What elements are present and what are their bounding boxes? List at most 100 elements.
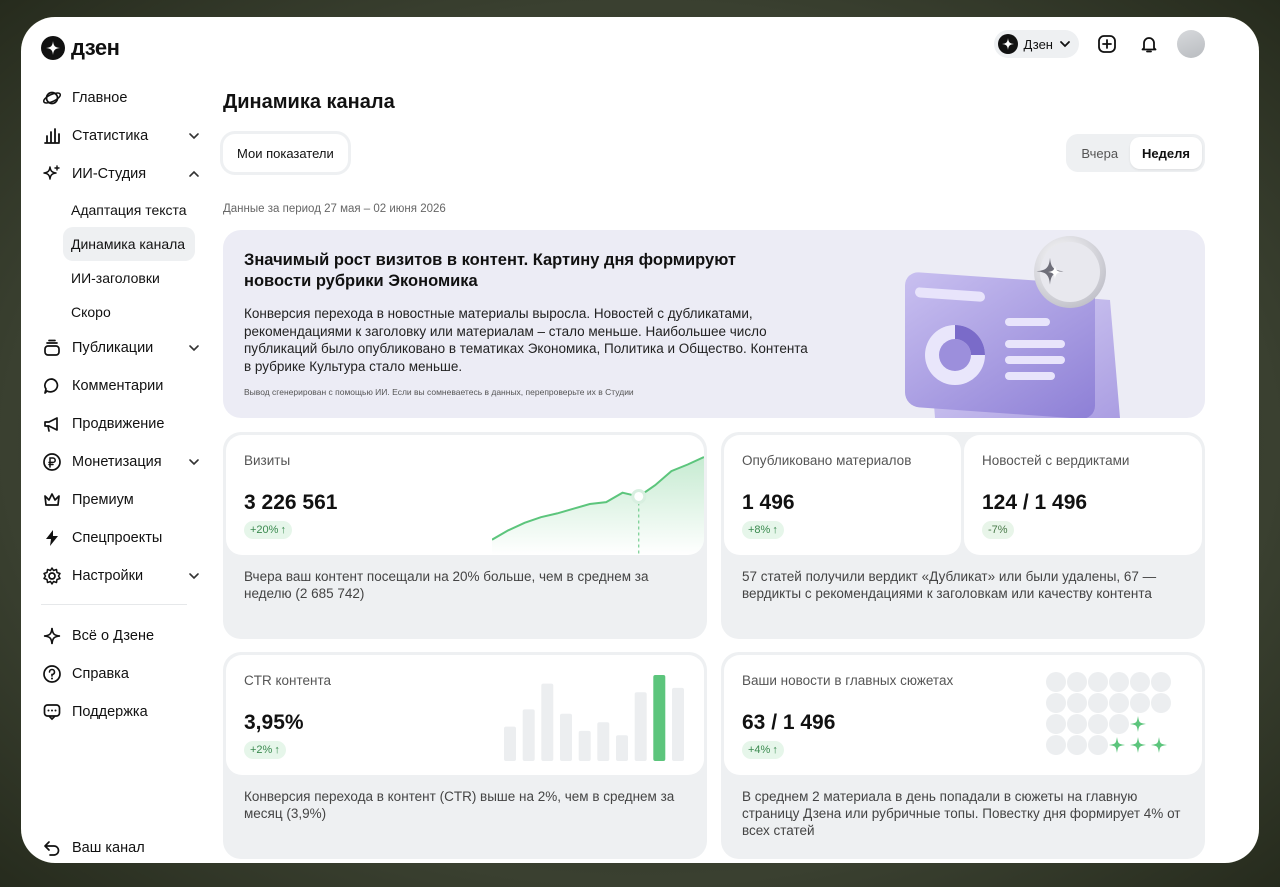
megaphone-icon [41,413,63,435]
sidebar-item-help[interactable]: Справка [41,655,201,693]
ctr-bar [522,709,535,761]
ctr-description: Конверсия перехода в контент (CTR) выше … [244,789,675,821]
visits-delta: +20% [250,524,279,536]
sidebar-item-label: Всё о Дзене [72,628,155,644]
stories-description: В среднем 2 материала в день попадали в … [742,789,1181,838]
published-label: Опубликовано материалов [742,453,912,468]
topbar-actions: Дзен [993,30,1205,58]
sidebar-item-label: Поддержка [72,704,148,720]
ctr-delta-badge: +2% ↑ [244,741,286,759]
channel-switcher[interactable]: Дзен [993,30,1079,58]
subnav-channel-dynamics[interactable]: Динамика канала [63,227,195,261]
subnav-label: Адаптация текста [71,202,187,218]
ctr-bar-chart [504,675,684,761]
grid-dot [1088,735,1108,755]
arrow-up-icon: ↑ [280,524,286,536]
verdicts-card-header: Новостей с вердиктами 124 / 1 496 -7% [964,435,1202,555]
chevron-down-icon [189,133,199,140]
chevron-down-icon [189,573,199,580]
published-delta: +8% [748,524,771,536]
crown-icon [41,489,63,511]
sidebar-item-settings[interactable]: Настройки [41,557,201,595]
planet-icon [41,87,63,109]
ai-summary-banner: Значимый рост визитов в контент. Картину… [223,230,1205,418]
bar-chart-icon [41,125,63,147]
grid-dot [1088,714,1108,734]
avatar[interactable] [1177,30,1205,58]
create-button[interactable] [1093,30,1121,58]
published-card[interactable]: Опубликовано материалов 1 496 +8% ↑ Новос… [721,432,1205,639]
notifications-button[interactable] [1135,30,1163,58]
sidebar-item-promotion[interactable]: Продвижение [41,405,201,443]
ctr-bar [504,726,516,761]
grid-dot [1130,693,1150,713]
grid-dot [1046,735,1066,755]
comment-icon [41,375,63,397]
visits-card-header: Визиты 3 226 561 +20% ↑ [226,435,704,555]
sidebar-item-premium[interactable]: Премиум [41,481,201,519]
range-week[interactable]: Неделя [1130,137,1202,169]
grid-dot [1130,672,1150,692]
ruble-icon [41,451,63,473]
subnav-label: Динамика канала [71,236,186,252]
sidebar-item-about-zen[interactable]: Всё о Дзене [41,617,201,655]
bolt-icon [41,527,63,549]
my-metrics-button[interactable]: Мои показатели [223,134,348,172]
subnav-soon[interactable]: Скоро [63,295,195,329]
ctr-label: CTR контента [244,673,332,688]
ctr-card-header: CTR контента 3,95% +2% ↑ [226,655,704,775]
verdicts-label: Новостей с вердиктами [982,453,1130,468]
subnav-text-adaptation[interactable]: Адаптация текста [63,193,195,227]
arrow-up-icon: ↑ [274,744,280,756]
chevron-down-icon [189,345,199,352]
sidebar-item-comments[interactable]: Комментарии [41,367,201,405]
sidebar-item-label: Спецпроекты [72,530,163,546]
grid-dot [1109,693,1129,713]
ctr-bar [672,687,684,761]
sidebar-item-your-channel[interactable]: Ваш канал [41,829,145,863]
sidebar-item-special-projects[interactable]: Спецпроекты [41,519,201,557]
ctr-value: 3,95% [244,711,304,734]
visits-card[interactable]: Визиты 3 226 561 +20% ↑ Вчера ваш контент… [223,432,707,639]
sidebar-item-monetization[interactable]: Монетизация [41,443,201,481]
range-yesterday[interactable]: Вчера [1069,137,1130,169]
subnav-ai-headlines[interactable]: ИИ-заголовки [63,261,195,295]
sparkle-icon [1130,737,1146,753]
grid-dot [1151,672,1171,692]
sidebar-item-publications[interactable]: Публикации [41,329,201,367]
sidebar-item-label: Комментарии [72,378,164,394]
stories-delta: +4% [748,744,771,756]
verdicts-delta: -7% [988,524,1008,536]
gear-icon [41,565,63,587]
published-delta-badge: +8% ↑ [742,521,784,539]
grid-dot [1067,672,1087,692]
sparkle-icon [41,163,63,185]
sparkle-icon [1151,737,1167,753]
sidebar-item-ai-studio[interactable]: ИИ-Студия [41,155,201,193]
visits-label: Визиты [244,453,291,468]
grid-dot [1046,714,1066,734]
published-card-header: Опубликовано материалов 1 496 +8% ↑ [724,435,961,555]
support-icon [41,701,63,723]
stories-card[interactable]: Ваши новости в главных сюжетах 63 / 1 49… [721,652,1205,859]
sidebar-divider [41,604,187,605]
published-description: 57 статей получили вердикт «Дубликат» ил… [742,569,1157,601]
sidebar-item-support[interactable]: Поддержка [41,693,201,731]
stories-dot-grid [1046,672,1171,755]
sidebar-item-main[interactable]: Главное [41,79,201,117]
banner-headline: Значимый рост визитов в контент. Картину… [244,251,736,290]
ctr-card[interactable]: CTR контента 3,95% +2% ↑ Конверсия перехо… [223,652,707,859]
back-arrow-icon [41,837,63,859]
visits-sparkline [492,456,704,555]
visits-value: 3 226 561 [244,491,338,514]
sidebar-item-statistics[interactable]: Статистика [41,117,201,155]
stories-card-header: Ваши новости в главных сюжетах 63 / 1 49… [724,655,1202,775]
zen-logo[interactable]: дзен [41,35,120,61]
subnav-label: Скоро [71,304,111,320]
sidebar-item-label: Статистика [72,128,149,144]
zen-outline-icon [41,625,63,647]
subnav-label: ИИ-заголовки [71,270,160,286]
zen-logo-icon [997,34,1018,54]
grid-dot [1088,693,1108,713]
ctr-bar [578,730,591,761]
